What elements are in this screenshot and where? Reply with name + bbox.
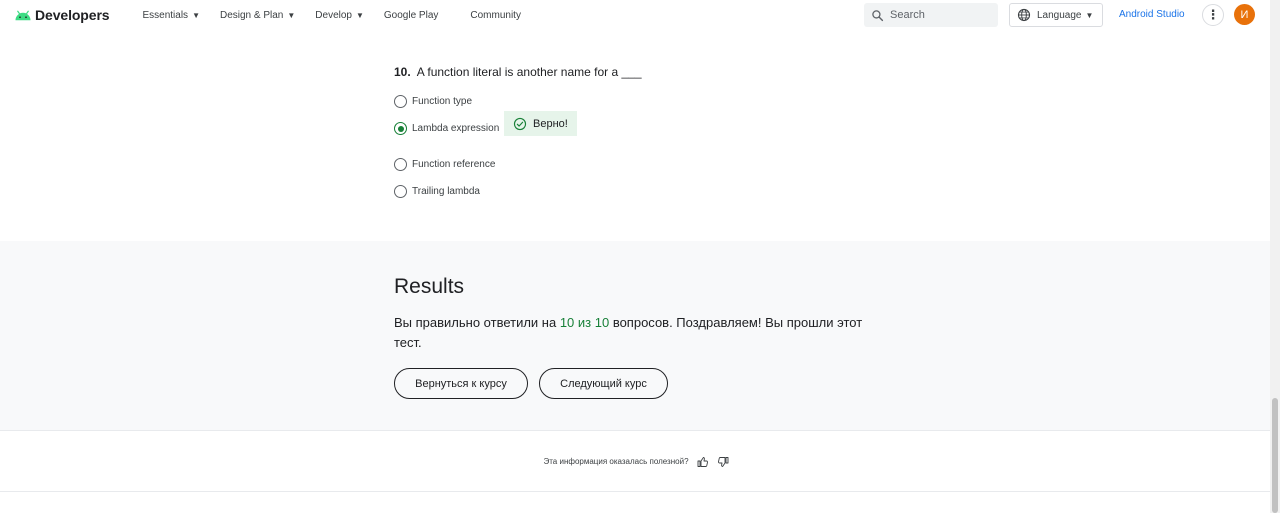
scrollbar-thumb[interactable] bbox=[1272, 398, 1278, 513]
nav-essentials[interactable]: Essentials ▼ bbox=[142, 10, 200, 21]
main-nav: Essentials ▼ Design & Plan ▼ Develop ▼ Goog… bbox=[142, 10, 552, 21]
question-text: A function literal is another name for a… bbox=[416, 65, 642, 79]
option-label: Trailing lambda bbox=[412, 186, 480, 197]
check-circle-icon bbox=[513, 117, 527, 130]
back-to-course-button[interactable]: Вернуться к курсу bbox=[394, 368, 528, 399]
logo-text: Developers bbox=[35, 7, 110, 23]
more-vertical-icon: ⋮ bbox=[1206, 7, 1220, 22]
results-message: Вы правильно ответили на 10 из 10 вопрос… bbox=[394, 313, 884, 353]
option-function-type[interactable]: Function type bbox=[394, 95, 472, 108]
nav-community-label: Community bbox=[470, 9, 521, 21]
thumb-up-icon[interactable] bbox=[697, 456, 709, 468]
caret-down-icon: ▼ bbox=[355, 10, 364, 20]
thumb-down-icon[interactable] bbox=[717, 456, 729, 468]
nav-google-play-label: Google Play bbox=[383, 9, 439, 21]
question-number: 10. bbox=[394, 65, 411, 79]
next-course-button[interactable]: Следующий курс bbox=[539, 368, 668, 399]
correct-label: Верно! bbox=[533, 117, 568, 130]
caret-down-icon: ▼ bbox=[287, 10, 296, 20]
results-text-before: Вы правильно ответили на bbox=[394, 315, 560, 330]
option-trailing-lambda[interactable]: Trailing lambda bbox=[394, 185, 480, 198]
top-navigation-bar: Developers Essentials ▼ Design & Plan ▼ De… bbox=[0, 0, 1270, 30]
developers-logo[interactable]: Developers bbox=[14, 7, 110, 23]
globe-icon bbox=[1017, 8, 1031, 22]
more-options-button[interactable]: ⋮ bbox=[1202, 4, 1224, 26]
radio-button-selected[interactable] bbox=[394, 122, 407, 135]
language-label: Language bbox=[1037, 9, 1082, 21]
caret-down-icon: ▼ bbox=[1085, 10, 1094, 20]
quiz-question: 10. A function literal is another name f… bbox=[394, 65, 642, 198]
nav-develop-label: Develop bbox=[315, 9, 352, 21]
results-score: 10 из 10 bbox=[559, 315, 610, 330]
radio-button[interactable] bbox=[394, 95, 407, 108]
caret-down-icon: ▼ bbox=[192, 10, 200, 20]
feedback-question: Эта информация оказалась полезной? bbox=[543, 457, 689, 466]
feedback-row: Эта информация оказалась полезной? bbox=[543, 456, 728, 468]
search-box[interactable] bbox=[864, 3, 998, 27]
option-label: Function type bbox=[412, 96, 473, 107]
nav-design-plan-label: Design & Plan bbox=[219, 9, 284, 21]
nav-community[interactable]: Community bbox=[470, 10, 521, 21]
results-section: Results Вы правильно ответили на 10 из 1… bbox=[0, 241, 1270, 431]
android-icon bbox=[15, 10, 31, 21]
search-input[interactable] bbox=[890, 9, 990, 21]
nav-essentials-label: Essentials bbox=[142, 9, 189, 21]
feedback-section: Эта информация оказалась полезной? bbox=[0, 432, 1270, 492]
nav-develop[interactable]: Develop ▼ bbox=[315, 10, 364, 21]
option-lambda-expression[interactable]: Lambda expression Верно! bbox=[394, 111, 577, 136]
radio-button[interactable] bbox=[394, 185, 407, 198]
option-label: Lambda expression bbox=[412, 123, 500, 134]
search-icon bbox=[872, 9, 884, 21]
radio-button[interactable] bbox=[394, 158, 407, 171]
nav-design-plan[interactable]: Design & Plan ▼ bbox=[220, 10, 295, 21]
option-function-reference[interactable]: Function reference bbox=[394, 158, 495, 171]
results-title: Results bbox=[394, 275, 465, 298]
question-title: 10. A function literal is another name f… bbox=[394, 65, 642, 79]
nav-google-play[interactable]: Google Play bbox=[384, 10, 438, 21]
language-selector[interactable]: Language ▼ bbox=[1009, 3, 1103, 27]
user-avatar[interactable]: И bbox=[1234, 4, 1255, 25]
android-studio-link[interactable]: Android Studio bbox=[1119, 9, 1185, 20]
page-scrollbar[interactable] bbox=[1270, 0, 1280, 513]
option-label: Function reference bbox=[412, 159, 496, 170]
correct-answer-badge: Верно! bbox=[504, 111, 577, 136]
